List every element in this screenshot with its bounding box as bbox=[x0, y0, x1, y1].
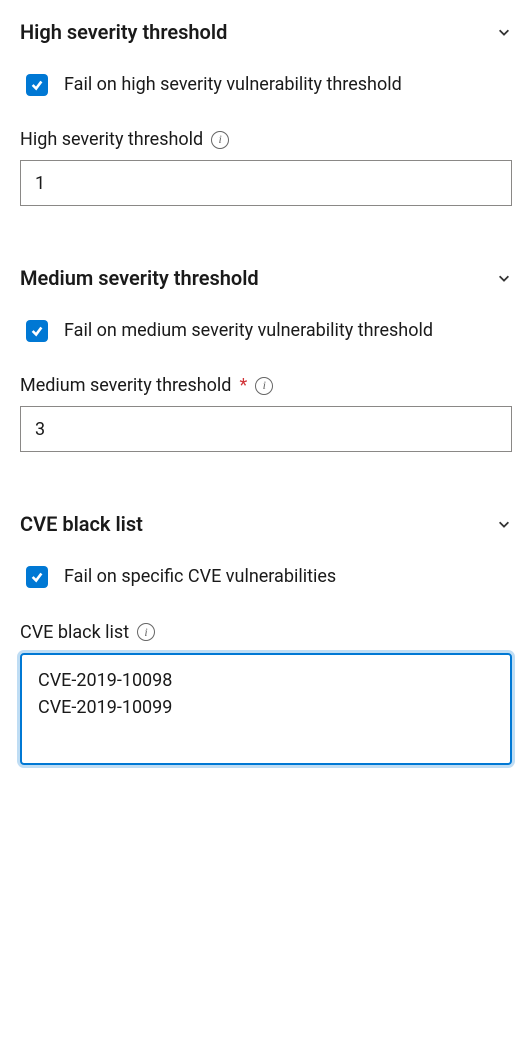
section-high-severity: High severity threshold Fail on high sev… bbox=[20, 20, 512, 206]
field-label-cve: CVE black list bbox=[20, 622, 129, 643]
chevron-down-icon bbox=[496, 24, 512, 40]
field-label-high: High severity threshold bbox=[20, 129, 203, 150]
checkbox-label-medium: Fail on medium severity vulnerability th… bbox=[64, 318, 433, 343]
info-icon[interactable]: i bbox=[137, 623, 155, 641]
chevron-down-icon bbox=[496, 516, 512, 532]
checkbox-fail-on-medium[interactable] bbox=[26, 320, 48, 342]
section-cve-blacklist: CVE black list Fail on specific CVE vuln… bbox=[20, 512, 512, 764]
info-icon[interactable]: i bbox=[255, 377, 273, 395]
checkbox-fail-on-cve[interactable] bbox=[26, 566, 48, 588]
medium-threshold-input[interactable] bbox=[20, 406, 512, 452]
section-header-high[interactable]: High severity threshold bbox=[20, 20, 512, 44]
section-title-cve: CVE black list bbox=[20, 512, 143, 536]
checkbox-row-cve: Fail on specific CVE vulnerabilities bbox=[20, 564, 512, 589]
field-label-row-high: High severity threshold i bbox=[20, 129, 512, 150]
chevron-down-icon bbox=[496, 270, 512, 286]
field-label-row-cve: CVE black list i bbox=[20, 622, 512, 643]
checkbox-fail-on-high[interactable] bbox=[26, 74, 48, 96]
section-header-medium[interactable]: Medium severity threshold bbox=[20, 266, 512, 290]
section-title-high: High severity threshold bbox=[20, 20, 227, 44]
checkbox-label-cve: Fail on specific CVE vulnerabilities bbox=[64, 564, 336, 589]
cve-textarea-wrapper bbox=[20, 653, 512, 765]
field-label-row-medium: Medium severity threshold * i bbox=[20, 375, 512, 396]
checkbox-label-high: Fail on high severity vulnerability thre… bbox=[64, 72, 402, 97]
field-label-medium: Medium severity threshold bbox=[20, 375, 231, 396]
section-header-cve[interactable]: CVE black list bbox=[20, 512, 512, 536]
section-medium-severity: Medium severity threshold Fail on medium… bbox=[20, 266, 512, 452]
required-asterisk: * bbox=[239, 375, 247, 396]
section-title-medium: Medium severity threshold bbox=[20, 266, 259, 290]
cve-blacklist-input[interactable] bbox=[24, 657, 508, 757]
high-threshold-input[interactable] bbox=[20, 160, 512, 206]
checkbox-row-medium: Fail on medium severity vulnerability th… bbox=[20, 318, 512, 343]
checkbox-row-high: Fail on high severity vulnerability thre… bbox=[20, 72, 512, 97]
info-icon[interactable]: i bbox=[211, 131, 229, 149]
